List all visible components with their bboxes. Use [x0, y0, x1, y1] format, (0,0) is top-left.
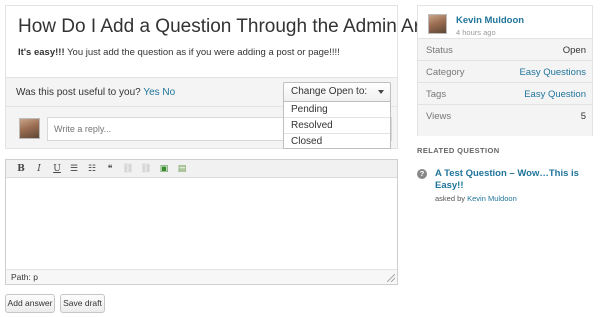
answer-editor: B I U ☰ ☷ ❝ ⛓ ⛓ ▣ ▤ Path: p	[5, 159, 398, 285]
related-question-asked-by: asked by Kevin Muldoon	[435, 194, 517, 203]
save-draft-button[interactable]: Save draft	[60, 294, 105, 313]
status-dropdown-label: Change Open to:	[291, 86, 368, 97]
status-option-closed[interactable]: Closed	[284, 134, 390, 150]
meta-value: 5	[580, 111, 586, 122]
status-option-pending[interactable]: Pending	[284, 102, 390, 118]
underline-icon[interactable]: U	[51, 163, 63, 175]
blockquote-icon[interactable]: ❝	[104, 163, 116, 175]
post-time: 4 hours ago	[456, 28, 496, 37]
bullet-list-icon[interactable]: ☰	[68, 163, 80, 175]
useful-prompt: Was this post useful to you?	[16, 87, 141, 98]
avatar[interactable]	[428, 14, 447, 34]
asker-link[interactable]: Kevin Muldoon	[467, 194, 517, 203]
chevron-down-icon	[378, 90, 384, 94]
question-body-bold: It's easy!!!	[18, 47, 65, 58]
related-question-heading: RELATED QUESTION	[417, 146, 500, 155]
meta-key: Tags	[426, 89, 447, 100]
useful-prompt-row: Was this post useful to you? Yes No	[16, 87, 175, 98]
link-icon[interactable]: ⛓	[122, 163, 134, 175]
question-mark-icon: ?	[417, 169, 427, 179]
related-question-link[interactable]: A Test Question – Wow…This is Easy!!	[435, 168, 585, 192]
meta-key: Status	[426, 45, 453, 56]
bold-icon[interactable]: B	[15, 163, 27, 175]
meta-value: Open	[562, 45, 586, 56]
editor-content-area[interactable]	[6, 178, 397, 270]
numbered-list-icon[interactable]: ☷	[86, 163, 98, 175]
author-profile: Kevin Muldoon 4 hours ago	[418, 6, 592, 38]
editor-toolbar: B I U ☰ ☷ ❝ ⛓ ⛓ ▣ ▤	[6, 160, 397, 178]
meta-key: Views	[426, 111, 452, 122]
unlink-icon[interactable]: ⛓	[140, 163, 152, 175]
meta-row-views: Views 5	[418, 104, 592, 136]
author-name-link[interactable]: Kevin Muldoon	[456, 15, 524, 26]
italic-icon[interactable]: I	[33, 163, 45, 175]
avatar	[19, 118, 40, 139]
html-icon[interactable]: ▤	[176, 163, 188, 175]
useful-yes-link[interactable]: Yes	[143, 87, 159, 98]
editor-path-bar: Path: p	[6, 269, 397, 284]
asked-by-label: asked by	[435, 194, 466, 203]
add-answer-button[interactable]: Add answer	[5, 294, 55, 313]
useful-no-link[interactable]: No	[162, 87, 175, 98]
tag-link[interactable]: Easy Question	[524, 89, 586, 100]
resize-grip-icon[interactable]	[387, 274, 395, 282]
image-icon[interactable]: ▣	[158, 163, 170, 175]
meta-row-status: Status Open	[418, 38, 592, 60]
question-body: It's easy!!! You just add the question a…	[18, 47, 340, 58]
meta-row-tags: Tags Easy Question	[418, 82, 592, 104]
question-meta-sidebar: Kevin Muldoon 4 hours ago Status Open Ca…	[417, 5, 593, 136]
status-dropdown[interactable]: Change Open to:	[283, 82, 391, 102]
status-option-resolved[interactable]: Resolved	[284, 118, 390, 134]
question-card: How Do I Add a Question Through the Admi…	[5, 5, 452, 77]
question-body-text: You just add the question as if you were…	[64, 47, 340, 58]
meta-key: Category	[426, 67, 465, 78]
question-title: How Do I Add a Question Through the Admi…	[18, 16, 452, 37]
status-dropdown-menu: Pending Resolved Closed	[283, 101, 391, 149]
category-link[interactable]: Easy Questions	[519, 67, 586, 78]
meta-row-category: Category Easy Questions	[418, 60, 592, 82]
